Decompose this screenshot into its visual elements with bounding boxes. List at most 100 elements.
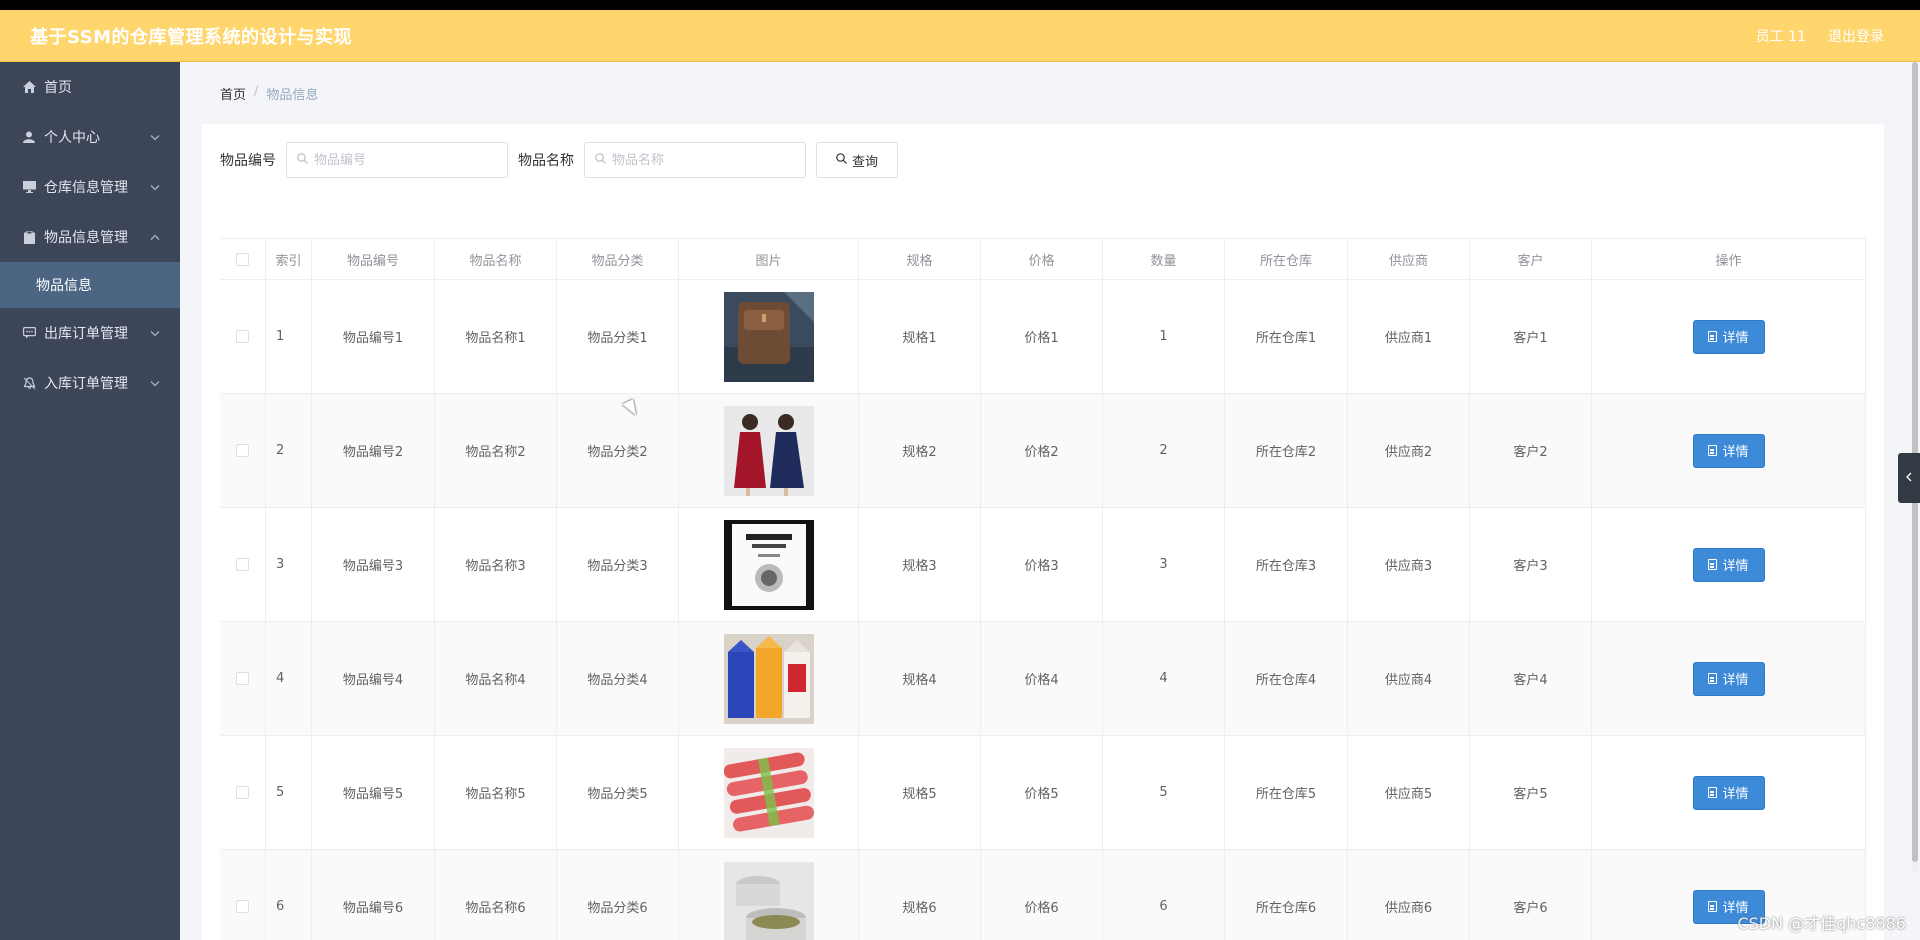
item-name-label: 物品名称 (518, 153, 574, 169)
search-form: 物品编号 物品名称 查询 (220, 142, 898, 178)
spec-cell: 规格4 (859, 622, 981, 735)
select-all-checkbox[interactable] (236, 252, 249, 266)
spec-cell: 规格5 (859, 736, 981, 849)
warehouse-cell: 所在仓库5 (1225, 736, 1348, 849)
current-user-link[interactable]: 员工 11 (1756, 26, 1806, 46)
items-table: 索引 物品编号 物品名称 物品分类 图片 规格 价格 数量 所在仓库 供应商 客… (220, 238, 1866, 940)
detail-button[interactable]: 详情 (1692, 433, 1765, 468)
column-header: 物品编号 (312, 239, 435, 279)
image-cell (679, 850, 859, 940)
spec-cell: 规格2 (859, 394, 981, 507)
column-header: 数量 (1103, 239, 1225, 279)
table-header: 索引 物品编号 物品名称 物品分类 图片 规格 价格 数量 所在仓库 供应商 客… (220, 238, 1866, 280)
user-icon (22, 130, 36, 144)
chevron-left-icon (1906, 471, 1912, 485)
column-header: 物品名称 (435, 239, 557, 279)
category-cell: 物品分类6 (557, 850, 679, 940)
app-title: 基于SSM的仓库管理系统的设计与实现 (30, 26, 353, 48)
query-button-label: 查询 (851, 154, 878, 170)
row-select-cell (220, 622, 266, 735)
index-cell: 5 (266, 736, 312, 849)
search-icon (836, 153, 847, 167)
image-cell (679, 280, 859, 393)
code-cell: 物品编号4 (312, 622, 435, 735)
item-image (723, 519, 814, 610)
sidebar-item-label: 出库订单管理 (44, 326, 128, 342)
sidebar-item-inbound-orders[interactable]: 入库订单管理 (0, 358, 180, 408)
warehouse-cell: 所在仓库6 (1225, 850, 1348, 940)
detail-button-label: 详情 (1722, 331, 1749, 346)
row-checkbox[interactable] (236, 330, 249, 343)
column-header: 供应商 (1348, 239, 1470, 279)
customer-cell: 客户5 (1470, 736, 1592, 849)
row-checkbox[interactable] (236, 444, 249, 457)
column-header: 物品分类 (557, 239, 679, 279)
sidebar-item-label: 个人中心 (44, 130, 100, 146)
sidebar-subitem-item-info[interactable]: 物品信息 (0, 262, 180, 308)
sidebar-item-personal-center[interactable]: 个人中心 (0, 112, 180, 162)
main-content: 首页 / 物品信息 物品编号 物品名称 (180, 62, 1920, 940)
warehouse-cell: 所在仓库3 (1225, 508, 1348, 621)
price-cell: 价格6 (981, 850, 1103, 940)
detail-button[interactable]: 详情 (1692, 661, 1765, 696)
sidebar-item-item-management[interactable]: 物品信息管理 (0, 212, 180, 262)
document-icon (1708, 331, 1718, 342)
item-code-label: 物品编号 (220, 153, 276, 169)
detail-button[interactable]: 详情 (1692, 775, 1765, 810)
code-cell: 物品编号2 (312, 394, 435, 507)
sidebar-item-home[interactable]: 首页 (0, 62, 180, 112)
action-cell: 详情 (1592, 508, 1866, 621)
spec-cell: 规格6 (859, 850, 981, 940)
content-card: 物品编号 物品名称 查询 (202, 124, 1884, 940)
supplier-cell: 供应商6 (1348, 850, 1470, 940)
item-code-input[interactable] (314, 152, 484, 168)
watermark-text: CSDN @才佳qhc8886 (1737, 914, 1906, 933)
row-checkbox[interactable] (236, 786, 249, 799)
category-cell: 物品分类4 (557, 622, 679, 735)
index-cell: 3 (266, 508, 312, 621)
row-select-cell (220, 394, 266, 507)
name-cell: 物品名称6 (435, 850, 557, 940)
item-name-input[interactable] (612, 152, 782, 168)
item-image (723, 405, 814, 496)
code-cell: 物品编号3 (312, 508, 435, 621)
row-select-cell (220, 280, 266, 393)
breadcrumb-home-link[interactable]: 首页 (220, 84, 246, 103)
table-row: 1 物品编号1 物品名称1 物品分类1 规格1 价格1 1 所在仓库1 供应商1… (220, 280, 1866, 394)
image-cell (679, 622, 859, 735)
detail-button-label: 详情 (1722, 673, 1749, 688)
price-cell: 价格5 (981, 736, 1103, 849)
customer-cell: 客户1 (1470, 280, 1592, 393)
name-cell: 物品名称4 (435, 622, 557, 735)
index-cell: 6 (266, 850, 312, 940)
price-cell: 价格3 (981, 508, 1103, 621)
side-panel-toggle[interactable] (1898, 453, 1920, 503)
row-checkbox[interactable] (236, 672, 249, 685)
detail-button[interactable]: 详情 (1692, 547, 1765, 582)
query-button[interactable]: 查询 (816, 142, 898, 178)
quantity-cell: 3 (1103, 508, 1225, 621)
quantity-cell: 5 (1103, 736, 1225, 849)
home-icon (22, 80, 36, 94)
sidebar-item-outbound-orders[interactable]: 出库订单管理 (0, 308, 180, 358)
name-cell: 物品名称5 (435, 736, 557, 849)
document-icon (1708, 445, 1718, 456)
table-row: 5 物品编号5 物品名称5 物品分类5 规格5 价格5 5 所在仓库5 供应商5… (220, 736, 1866, 850)
app-header: 基于SSM的仓库管理系统的设计与实现 员工 11 退出登录 (0, 10, 1920, 62)
table-row: 3 物品编号3 物品名称3 物品分类3 规格3 价格3 3 所在仓库3 供应商3… (220, 508, 1866, 622)
row-checkbox[interactable] (236, 558, 249, 571)
image-cell (679, 394, 859, 507)
spec-cell: 规格3 (859, 508, 981, 621)
sidebar-subitem-label: 物品信息 (36, 278, 92, 294)
column-header: 图片 (679, 239, 859, 279)
quantity-cell: 6 (1103, 850, 1225, 940)
clipboard-icon (22, 230, 36, 244)
row-checkbox[interactable] (236, 900, 249, 913)
logout-link[interactable]: 退出登录 (1828, 26, 1884, 46)
table-row: 4 物品编号4 物品名称4 物品分类4 规格4 价格4 4 所在仓库4 供应商4… (220, 622, 1866, 736)
search-icon (595, 153, 606, 167)
column-header: 价格 (981, 239, 1103, 279)
action-cell: 详情 (1592, 394, 1866, 507)
sidebar-item-warehouse-management[interactable]: 仓库信息管理 (0, 162, 180, 212)
detail-button[interactable]: 详情 (1692, 319, 1765, 354)
